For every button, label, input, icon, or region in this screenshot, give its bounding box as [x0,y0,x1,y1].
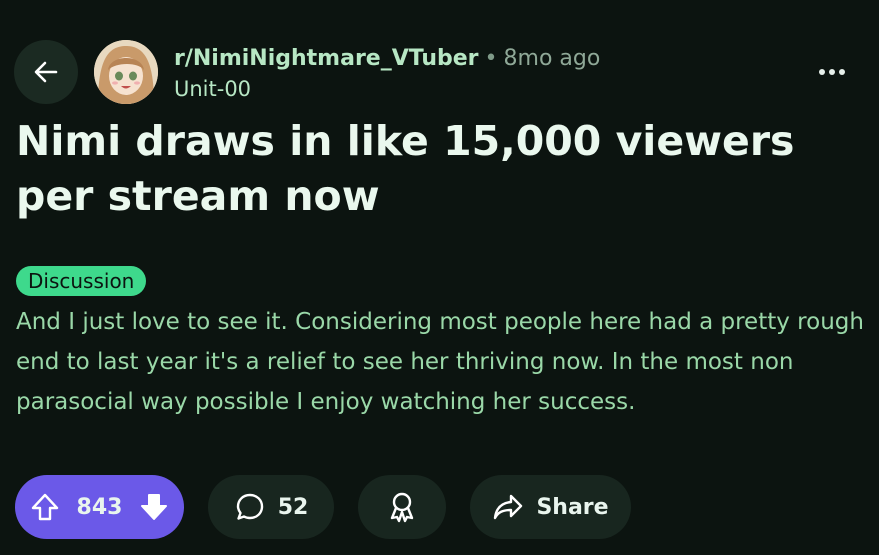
share-arrow-icon [492,492,524,522]
meta-separator: • [484,46,498,71]
subreddit-avatar[interactable] [94,40,158,104]
award-button[interactable] [358,475,446,539]
vote-count: 843 [76,494,123,520]
post-body: And I just love to see it. Considering m… [16,309,864,415]
back-button[interactable] [14,40,78,104]
chat-bubble-icon [234,491,266,523]
arrow-left-icon [31,57,61,87]
subreddit-link[interactable]: r/NimiNightmare_VTuber [174,46,479,71]
more-horizontal-icon [818,68,846,76]
post-view: r/NimiNightmare_VTuber • 8mo ago Unit-00 N… [0,0,879,555]
arrow-down-icon [141,494,167,520]
comment-count: 52 [277,494,309,520]
downvote-button[interactable] [138,491,170,523]
more-options-button[interactable] [806,56,858,88]
vote-control: 843 [15,475,184,539]
post-meta: r/NimiNightmare_VTuber • 8mo ago Unit-00 [174,44,600,104]
share-label: Share [536,494,609,520]
upvote-button[interactable] [29,491,61,523]
author-link[interactable]: Unit-00 [174,74,600,104]
award-icon [386,490,418,524]
post-time: 8mo ago [503,46,601,71]
post-flair[interactable]: Discussion [16,266,147,296]
action-bar: 843 52 Share [15,475,631,539]
share-button[interactable]: Share [470,475,631,539]
comments-button[interactable]: 52 [208,475,334,539]
post-title: Nimi draws in like 15,000 viewers per st… [16,117,795,220]
arrow-up-icon [31,493,59,521]
